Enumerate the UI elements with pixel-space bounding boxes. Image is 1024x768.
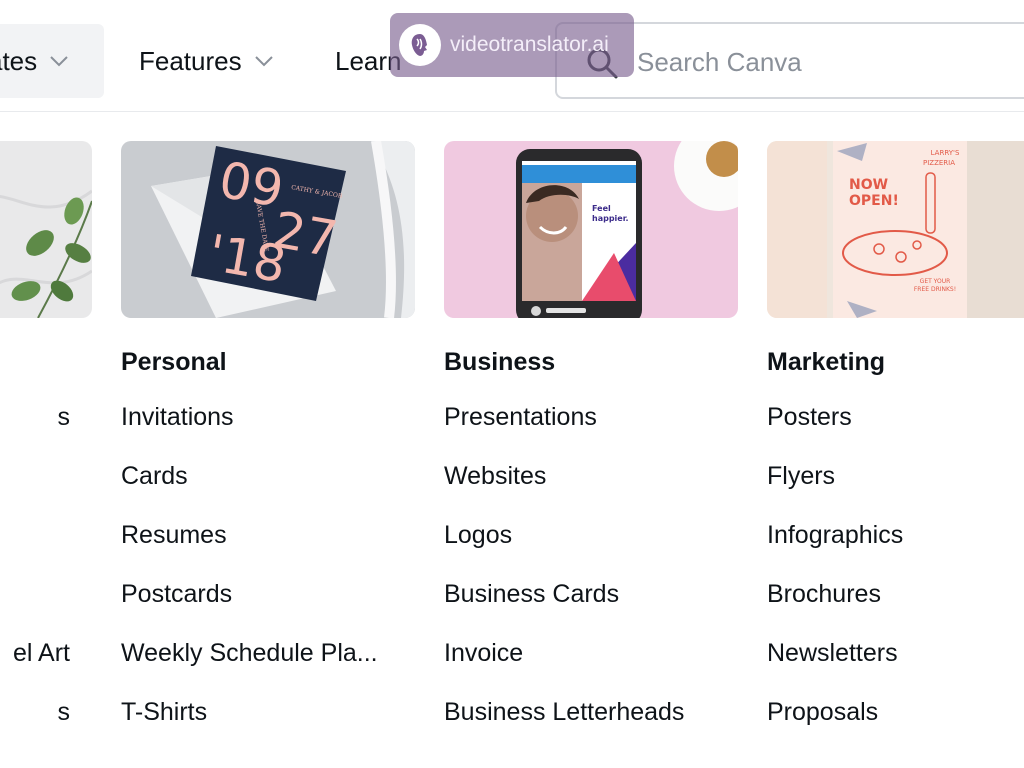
watermark: videotranslator.ai <box>390 13 634 77</box>
menu-item-invoice[interactable]: Invoice <box>444 624 738 683</box>
menu-item-business-cards[interactable]: Business Cards <box>444 565 738 624</box>
svg-text:OPEN!: OPEN! <box>849 193 899 209</box>
leaf-image <box>0 141 92 318</box>
menu-item-weekly-schedule-planner[interactable]: Weekly Schedule Pla... <box>121 624 411 683</box>
menu-item[interactable] <box>0 447 70 506</box>
menu-item-infographics[interactable]: Infographics <box>767 506 1024 565</box>
menu-item-postcards[interactable]: Postcards <box>121 565 411 624</box>
menu-item-resumes[interactable]: Resumes <box>121 506 411 565</box>
menu-item-business-letterheads[interactable]: Business Letterheads <box>444 683 738 742</box>
category-column-partial: s el Art s <box>0 336 70 742</box>
thumbnail-partial[interactable] <box>0 141 92 318</box>
menu-item[interactable] <box>0 506 70 565</box>
search-input[interactable] <box>637 40 1017 84</box>
menu-item[interactable] <box>0 565 70 624</box>
save-the-date-card-image: 09 27 '18 CATHY & JACOB SAVE THE DATE <box>121 141 415 318</box>
watermark-logo-icon <box>399 24 441 66</box>
svg-text:FREE DRINKS!: FREE DRINKS! <box>914 286 956 293</box>
nav-features-label: Features <box>139 45 242 76</box>
phone-mockup-image: Feel happier. <box>444 141 738 318</box>
menu-item-brochures[interactable]: Brochures <box>767 565 1024 624</box>
svg-text:PIZZERIA: PIZZERIA <box>923 159 955 167</box>
svg-text:happier.: happier. <box>592 214 629 223</box>
menu-item-invitations[interactable]: Invitations <box>121 388 411 447</box>
column-heading <box>0 336 70 388</box>
menu-item-proposals[interactable]: Proposals <box>767 683 1024 742</box>
menu-item-t-shirts[interactable]: T-Shirts <box>121 683 411 742</box>
menu-item-presentations[interactable]: Presentations <box>444 388 738 447</box>
svg-text:LARRY'S: LARRY'S <box>931 149 960 157</box>
menu-item-newsletters[interactable]: Newsletters <box>767 624 1024 683</box>
menu-item-logos[interactable]: Logos <box>430 506 738 565</box>
menu-item[interactable]: s <box>0 388 71 447</box>
svg-text:Feel: Feel <box>592 204 611 213</box>
nav-features[interactable]: Features <box>139 24 274 98</box>
chevron-down-icon <box>50 56 68 67</box>
menu-item[interactable]: s <box>0 683 71 742</box>
svg-text:GET YOUR: GET YOUR <box>920 278 951 285</box>
menu-item-websites[interactable]: Websites <box>444 447 738 506</box>
menu-item-posters[interactable]: Posters <box>767 388 1024 447</box>
menu-item-cards[interactable]: Cards <box>121 447 411 506</box>
menu-item-flyers[interactable]: Flyers <box>767 447 1024 506</box>
nav-templates-label: ates <box>0 45 38 76</box>
watermark-text: videotranslator.ai <box>450 33 609 56</box>
nav-templates[interactable]: ates <box>0 24 104 98</box>
category-column-marketing: Marketing Posters Flyers Infographics Br… <box>767 336 1024 742</box>
thumbnail-business[interactable]: Feel happier. <box>444 141 738 318</box>
thumbnail-personal[interactable]: 09 27 '18 CATHY & JACOB SAVE THE DATE <box>121 141 415 318</box>
category-column-personal: Personal Invitations Cards Resumes Postc… <box>121 336 411 742</box>
column-heading-marketing: Marketing <box>767 347 886 376</box>
column-heading-business: Business <box>444 347 556 376</box>
svg-text:NOW: NOW <box>849 177 888 193</box>
menu-item[interactable]: el Art <box>0 624 70 683</box>
column-heading-personal: Personal <box>121 347 227 376</box>
chevron-down-icon <box>254 56 273 67</box>
pizzeria-poster-image: LARRY'S PIZZERIA NOW OPEN! GET YOUR FREE… <box>767 141 1024 318</box>
thumbnail-marketing[interactable]: LARRY'S PIZZERIA NOW OPEN! GET YOUR FREE… <box>767 141 1024 318</box>
category-column-business: Business Presentations Websites Logos Bu… <box>430 336 738 742</box>
